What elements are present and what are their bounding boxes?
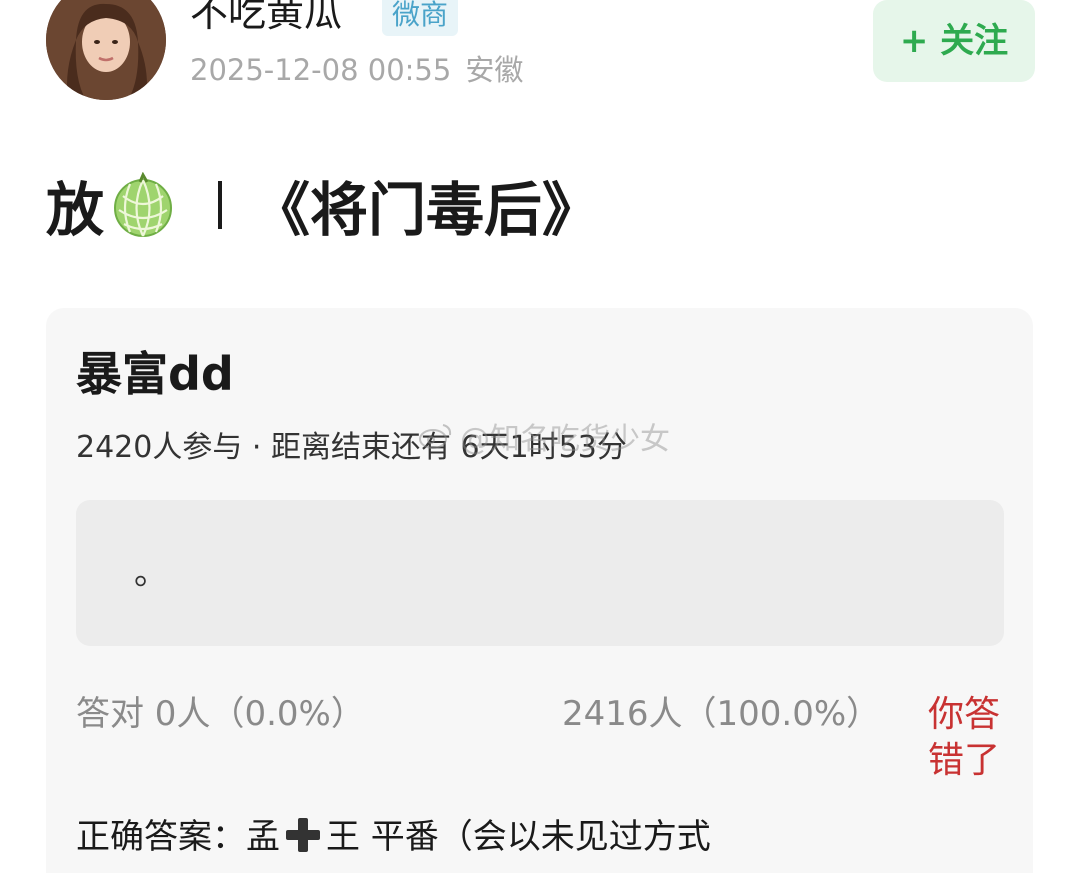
- follow-button[interactable]: + 关注: [873, 0, 1035, 82]
- post-location: 安徽: [465, 53, 524, 87]
- answer-prefix: 正确答案：孟: [76, 817, 280, 857]
- title-book: 《将门毒后》: [252, 176, 601, 244]
- title-divider: [218, 181, 223, 229]
- watermark: @知名吃货少女: [418, 414, 670, 458]
- quiz-option-text: 。: [134, 553, 168, 593]
- plus-icon: [284, 816, 322, 854]
- quiz-card: 暴富dd 2420人参与 · 距离结束还有 6天1时53分 。 答对 0人（0.…: [46, 308, 1033, 873]
- title-prefix: 放: [46, 176, 105, 244]
- weibo-post-page: 不吃黄瓜 微商 2025-12-08 00:55 安徽 + 关注 放 《将门毒后》…: [0, 0, 1080, 873]
- watermark-text: @知名吃货少女: [460, 422, 670, 457]
- post-meta: 2025-12-08 00:55 安徽: [190, 50, 523, 90]
- post-timestamp: 2025-12-08 00:55: [190, 53, 452, 87]
- answer-suffix: 王 平番（会以未见过方式: [326, 817, 711, 857]
- quiz-title: 暴富dd: [76, 347, 234, 401]
- post-title: 放 《将门毒后》: [46, 165, 600, 245]
- correct-answer: 正确答案：孟 王 平番（会以未见过方式: [76, 812, 711, 862]
- avatar[interactable]: [46, 0, 166, 100]
- wrong-result: 2416人（100.0%）: [562, 694, 881, 734]
- weibo-icon: [419, 424, 452, 449]
- quiz-option[interactable]: 。: [76, 500, 1004, 646]
- melon-icon: [110, 171, 176, 238]
- correct-result: 答对 0人（0.0%）: [76, 694, 365, 734]
- author-name[interactable]: 不吃黄瓜: [190, 0, 342, 38]
- wrong-answer-flag: 你答 错了: [928, 694, 1001, 781]
- merchant-badge: 微商: [382, 0, 459, 36]
